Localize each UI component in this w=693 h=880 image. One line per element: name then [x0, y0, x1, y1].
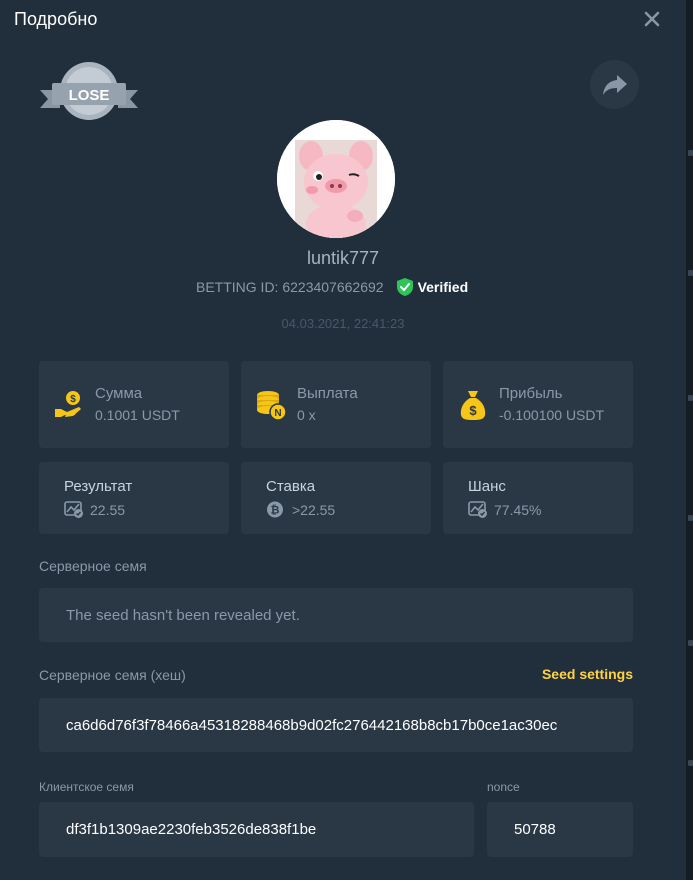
- stat-card-amount: $ Сумма 0.1001 USDT: [39, 361, 229, 448]
- stat-label: Сумма: [95, 385, 143, 402]
- background-edge: [686, 0, 693, 880]
- chance-card: Шанс 77.45%: [443, 462, 633, 534]
- server-seed-field: The seed hasn't been revealed yet.: [39, 588, 633, 642]
- stat-card-payout: N Выплата 0 x: [241, 361, 431, 448]
- pig-avatar-icon: [277, 120, 395, 238]
- nonce-label: nonce: [487, 780, 520, 794]
- stat-value: 0 x: [297, 407, 316, 423]
- badge-label: LOSE: [69, 87, 110, 104]
- nonce-value: 50788: [514, 821, 556, 838]
- close-icon: [644, 11, 660, 27]
- coin-hand-icon: $: [55, 391, 81, 417]
- bet-target-card: Ставка ₿ >22.55: [241, 462, 431, 534]
- bet-details-modal: Подробно LOSE luntik777 BETTING ID: 6223…: [0, 0, 686, 880]
- shield-check-icon: [396, 278, 413, 296]
- result-value-row: 22.55: [64, 501, 125, 518]
- money-bag-icon: $: [460, 391, 486, 420]
- stat-value: 0.1001 USDT: [95, 407, 180, 423]
- avatar: [277, 120, 395, 238]
- lose-badge-icon: LOSE: [40, 62, 138, 120]
- stat-value: -0.100100 USDT: [499, 407, 605, 423]
- bet-target-label: Ставка: [266, 478, 316, 495]
- close-button[interactable]: [638, 8, 666, 32]
- modal-title: Подробно: [14, 9, 98, 29]
- username: luntik777: [306, 248, 380, 268]
- coin-stack-icon: N: [257, 391, 287, 421]
- bet-date: 04.03.2021, 22:41:23: [281, 316, 405, 331]
- lose-badge: LOSE: [38, 60, 140, 122]
- client-seed-value: df3f1b1309ae2230feb3526de838f1be: [66, 821, 317, 838]
- verified-label: Verified: [417, 279, 469, 295]
- server-seed-label: Серверное семя: [39, 558, 147, 574]
- result-label: Результат: [64, 478, 133, 495]
- chance-value: 77.45%: [494, 501, 542, 518]
- client-seed-field[interactable]: df3f1b1309ae2230feb3526de838f1be: [39, 802, 474, 857]
- nonce-field[interactable]: 50788: [487, 802, 633, 857]
- client-seed-label: Клиентское семя: [39, 780, 134, 794]
- betting-id: BETTING ID: 6223407662692: [196, 279, 384, 295]
- result-value: 22.55: [90, 501, 126, 518]
- stat-label: Прибыль: [499, 385, 563, 402]
- chart-check-icon: [468, 501, 487, 518]
- bet-target-row: ₿ >22.55: [266, 501, 335, 518]
- svg-text:$: $: [469, 403, 477, 418]
- result-card: Результат 22.55: [39, 462, 229, 534]
- bet-target-value: >22.55: [292, 501, 336, 518]
- stat-card-profit: $ Прибыль -0.100100 USDT: [443, 361, 633, 448]
- bitcoin-icon: ₿: [267, 501, 283, 518]
- svg-text:₿: ₿: [271, 505, 280, 517]
- server-seed-hash-label: Серверное семя (хеш): [39, 667, 186, 683]
- server-seed-hash-value: ca6d6d76f3f78466a45318288468b9d02fc27644…: [66, 716, 558, 734]
- chart-check-icon: [64, 501, 83, 518]
- stat-label: Выплата: [297, 385, 358, 402]
- seed-settings-link[interactable]: Seed settings: [520, 666, 633, 682]
- chance-label: Шанс: [468, 478, 506, 495]
- svg-text:$: $: [70, 394, 76, 405]
- server-seed-hash-field[interactable]: ca6d6d76f3f78466a45318288468b9d02fc27644…: [39, 698, 633, 752]
- chance-row: 77.45%: [468, 501, 541, 518]
- svg-text:N: N: [274, 408, 281, 419]
- share-button[interactable]: [590, 60, 639, 109]
- server-seed-value: The seed hasn't been revealed yet.: [66, 606, 300, 624]
- verified-badge: Verified: [396, 277, 469, 297]
- betting-id-row: BETTING ID: 6223407662692 Verified: [196, 276, 468, 298]
- share-arrow-icon: [602, 74, 627, 95]
